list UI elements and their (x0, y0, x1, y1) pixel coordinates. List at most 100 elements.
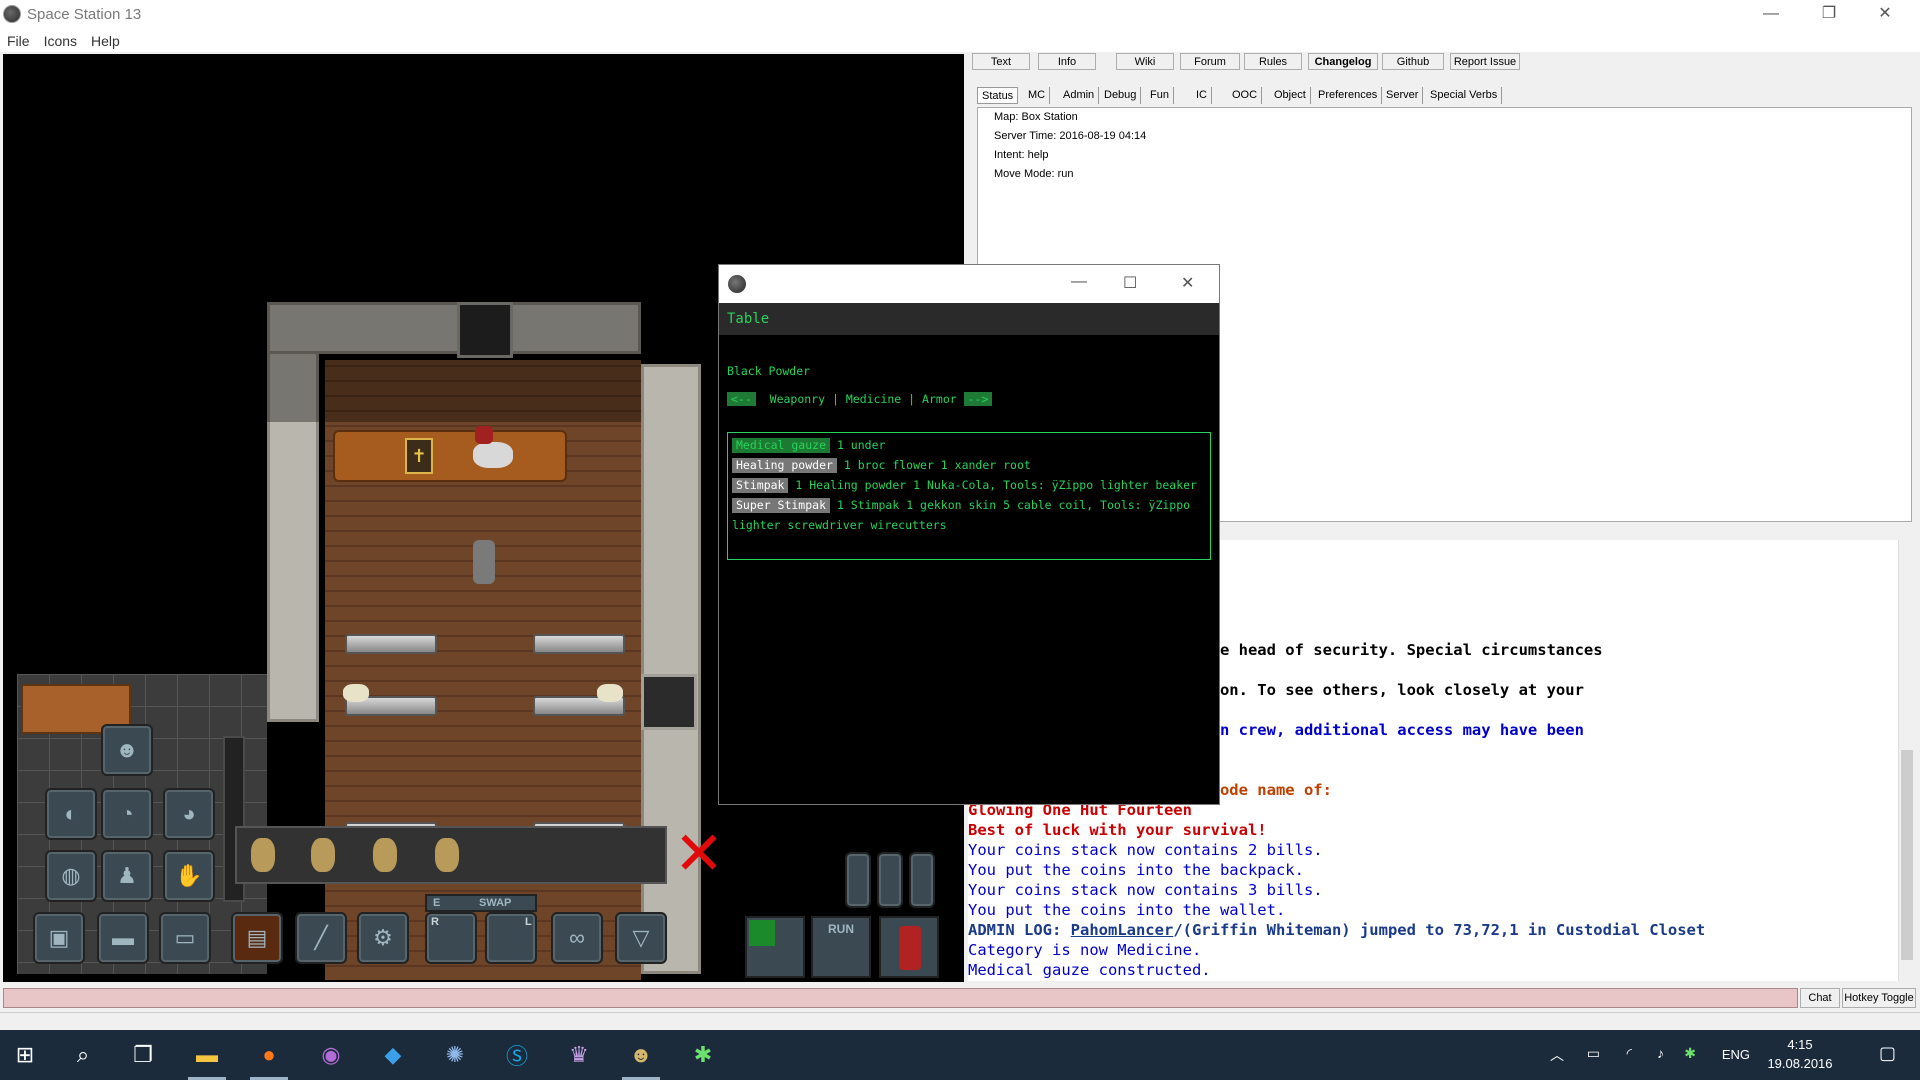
notifications-icon[interactable]: ▢ (1879, 1043, 1896, 1064)
bench[interactable] (345, 634, 437, 654)
popup-maximize-button[interactable]: ☐ (1123, 273, 1137, 293)
tray-app-icon[interactable]: ✱ (1684, 1045, 1696, 1062)
space-station-13-icon[interactable]: ☻ (616, 1030, 666, 1080)
wiki-button[interactable]: Wiki (1116, 53, 1174, 70)
nav-medicine-link[interactable]: Medicine (846, 392, 901, 406)
help-intent-icon[interactable] (749, 920, 775, 946)
wifi-icon[interactable]: ◜ (1627, 1045, 1632, 1062)
close-storage-icon[interactable]: ✕ (671, 824, 727, 884)
ear-slot-icon[interactable]: ◕ (163, 788, 215, 840)
recipe-button[interactable]: Medical gauze (732, 438, 831, 453)
recipe-button[interactable]: Healing powder (732, 458, 837, 473)
firefox-icon[interactable]: ● (244, 1030, 294, 1080)
run-toggle-button[interactable]: RUN (811, 916, 871, 978)
bag-icon[interactable] (435, 838, 459, 872)
clock-date[interactable]: 19.08.2016 (1758, 1056, 1842, 1071)
tab-mc[interactable]: MC (1024, 87, 1051, 104)
text-button[interactable]: Text (972, 53, 1030, 70)
bag-icon[interactable] (311, 838, 335, 872)
volume-icon[interactable]: ♪ (1657, 1045, 1664, 1061)
tab-preferences[interactable]: Preferences (1314, 87, 1383, 104)
recipe-button[interactable]: Stimpak (732, 478, 789, 493)
changelog-button[interactable]: Changelog (1308, 53, 1378, 70)
chat-button[interactable]: Chat (1800, 988, 1840, 1008)
player-character[interactable] (473, 540, 495, 584)
zone-select[interactable] (879, 916, 939, 978)
minimize-button[interactable]: — (1748, 0, 1794, 28)
tab-admin[interactable]: Admin (1059, 87, 1100, 104)
body-zone-icon[interactable] (899, 926, 921, 970)
head-slot-face-icon[interactable]: ☻ (101, 724, 153, 776)
tab-server[interactable]: Server (1382, 87, 1424, 104)
github-icon[interactable]: ◉ (306, 1030, 356, 1080)
file-explorer-icon[interactable]: ▬ (182, 1030, 232, 1080)
belt-slot-icon[interactable]: ▭ (159, 912, 211, 964)
action-intent-grid[interactable] (745, 916, 805, 978)
skull-icon[interactable] (597, 684, 623, 702)
swap-button[interactable]: E SWAP (425, 894, 537, 912)
skype-icon[interactable]: Ⓢ (492, 1030, 542, 1080)
info-button[interactable]: Info (1038, 53, 1096, 70)
battery-icon[interactable]: ▭ (1587, 1045, 1600, 1062)
tab-debug[interactable]: Debug (1100, 87, 1142, 104)
intent-icon[interactable] (877, 852, 903, 908)
byond-icon[interactable]: ✺ (430, 1030, 480, 1080)
forum-button[interactable]: Forum (1180, 53, 1240, 70)
bag-icon[interactable] (251, 838, 275, 872)
maximize-button[interactable]: ❐ (1806, 0, 1852, 28)
hotkey-toggle-button[interactable]: Hotkey Toggle (1842, 988, 1916, 1008)
nav-weaponry-link[interactable]: Weaponry (770, 392, 825, 406)
command-input[interactable] (3, 988, 1798, 1008)
suit-slot-icon[interactable]: ◍ (45, 850, 97, 902)
tab-ic[interactable]: IC (1192, 87, 1212, 104)
id-slot-icon[interactable]: ▤ (231, 912, 283, 964)
task-view-icon[interactable]: ❐ (118, 1030, 168, 1080)
recipe-button[interactable]: Super Stimpak (732, 498, 831, 513)
chat-scrollbar[interactable] (1898, 540, 1914, 981)
app-icon[interactable]: ✱ (678, 1030, 728, 1080)
tab-fun[interactable]: Fun (1146, 87, 1174, 104)
bench[interactable] (533, 634, 625, 654)
popup-minimize-button[interactable]: — (1071, 273, 1087, 291)
language-indicator[interactable]: ENG (1722, 1047, 1750, 1062)
bed-icon[interactable] (473, 442, 513, 468)
chat-player-link[interactable]: PahomLancer (1071, 921, 1174, 939)
prev-category-button[interactable]: <-- (727, 392, 756, 406)
menu-help[interactable]: Help (84, 28, 127, 49)
ear-slot-icon[interactable]: ◔ (101, 788, 153, 840)
menu-file[interactable]: File (0, 28, 37, 49)
wizard-icon[interactable]: ♛ (554, 1030, 604, 1080)
glasses-slot-icon[interactable]: ◐ (45, 788, 97, 840)
start-windows-icon[interactable]: ⊞ (0, 1030, 50, 1080)
github-button[interactable]: Github (1382, 53, 1444, 70)
backpack-slot-icon[interactable]: ▣ (33, 912, 85, 964)
suit-storage-slot-icon[interactable]: ⚙ (357, 912, 409, 964)
tab-status[interactable]: Status (977, 87, 1019, 104)
close-button[interactable]: ✕ (1862, 0, 1908, 28)
nav-armor-link[interactable]: Armor (922, 392, 957, 406)
search-icon[interactable]: ⌕ (58, 1030, 108, 1080)
popup-close-button[interactable]: ✕ (1181, 273, 1194, 293)
scrollbar-thumb[interactable] (1901, 750, 1913, 960)
tray-chevron-icon[interactable]: ︿ (1550, 1045, 1564, 1065)
gloves-slot-icon[interactable]: ✋ (163, 850, 215, 902)
skull-icon[interactable] (343, 684, 369, 702)
mask-slot-icon[interactable]: ∞ (551, 912, 603, 964)
clock-time[interactable]: 4:15 (1770, 1037, 1830, 1052)
uniform-slot-icon[interactable]: ♟ (101, 850, 153, 902)
intent-icon[interactable] (845, 852, 871, 908)
tab-special-verbs[interactable]: Special Verbs (1426, 87, 1503, 104)
visual-studio-icon[interactable]: ◆ (368, 1030, 418, 1080)
report-issue-button[interactable]: Report Issue (1450, 53, 1520, 70)
bag-icon[interactable] (373, 838, 397, 872)
intent-icon[interactable] (909, 852, 935, 908)
tab-object[interactable]: Object (1270, 87, 1311, 104)
rules-button[interactable]: Rules (1244, 53, 1302, 70)
neck-slot-icon[interactable]: ▽ (615, 912, 667, 964)
menu-icons[interactable]: Icons (37, 28, 84, 49)
pocket-slot-icon[interactable]: ╱ (295, 912, 347, 964)
tab-ooc[interactable]: OOC (1228, 87, 1263, 104)
next-category-button[interactable]: --> (963, 392, 993, 406)
counter[interactable] (333, 430, 567, 482)
shoes-slot-icon[interactable]: ▬ (97, 912, 149, 964)
